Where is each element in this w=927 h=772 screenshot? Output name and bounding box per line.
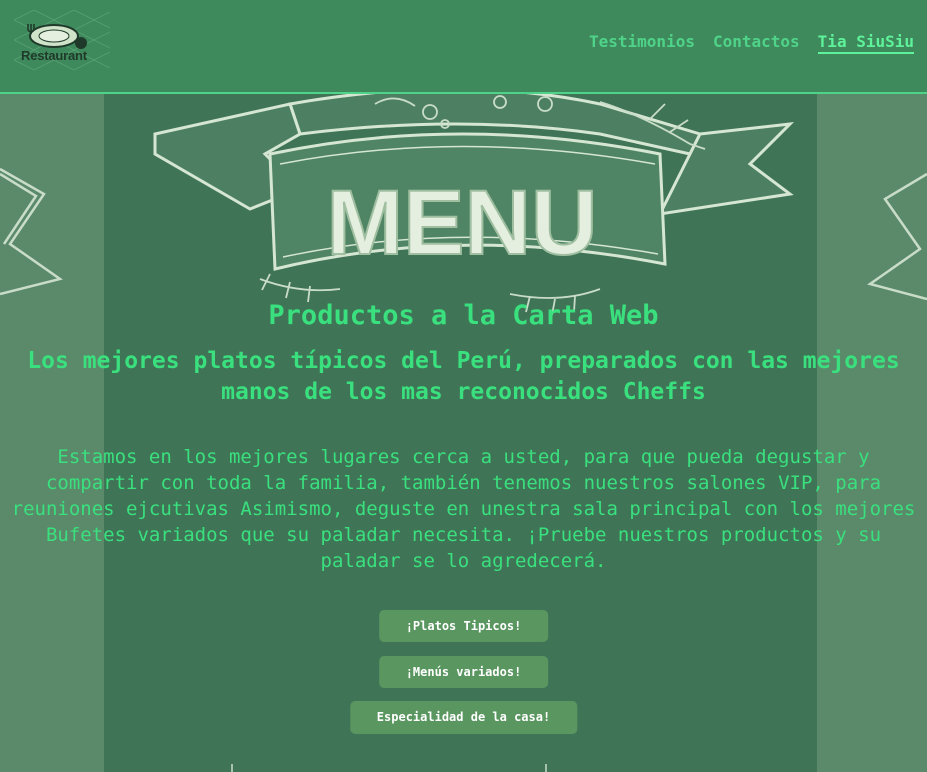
logo-text: Restaurant [21,48,87,63]
nav-link-tia-siusiu[interactable]: Tia SiuSiu [817,32,914,54]
especialidad-casa-button[interactable]: Especialidad de la casa! [349,701,578,734]
menus-variados-button[interactable]: ¡Menús variados! [378,656,549,688]
nav-link-testimonios[interactable]: Testimonios [589,32,695,54]
hero-description: Estamos en los mejores lugares cerca a u… [11,446,916,572]
main-nav: Testimonios Contactos Tia SiuSiu [589,32,914,54]
restaurant-logo[interactable]: Restaurant [13,9,111,80]
ribbon-tail-left-icon [0,167,63,296]
page: Restaurant Testimonios Contactos Tia Siu… [0,0,927,772]
platos-tipicos-button[interactable]: ¡Platos Tipicos! [378,610,549,642]
menu-chalk-lettering: MENU [327,172,598,274]
page-subtitle: Los mejores platos típicos del Perú, pre… [27,348,900,405]
site-header: Restaurant Testimonios Contactos Tia Siu… [0,0,927,94]
nav-link-contactos[interactable]: Contactos [713,32,800,54]
ribbon-tail-right-icon [867,172,927,301]
page-title: Productos a la Carta Web [268,300,659,331]
logo-icon [13,9,111,71]
